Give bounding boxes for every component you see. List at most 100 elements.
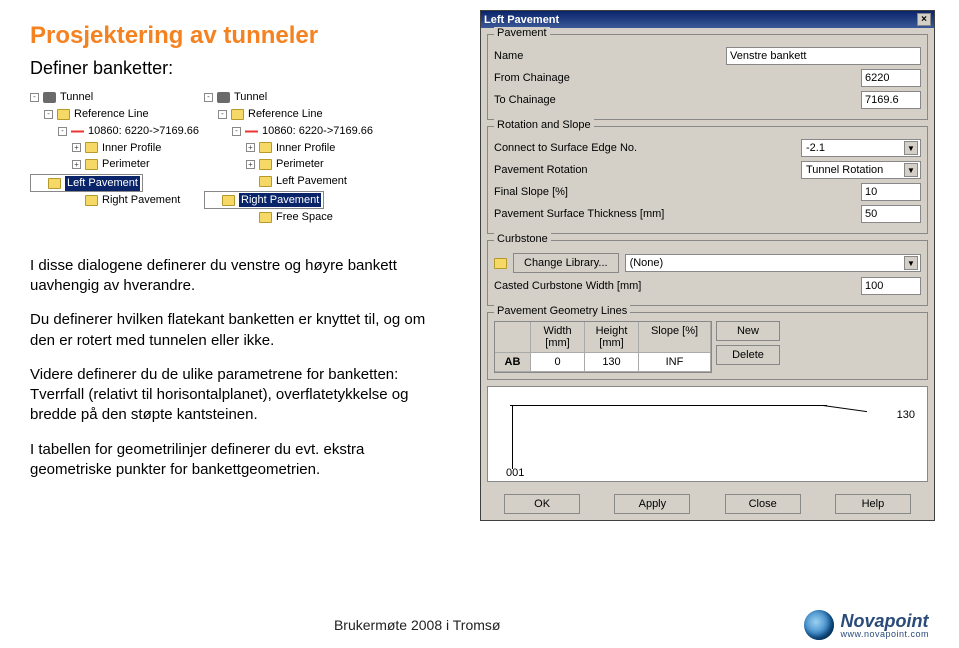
paragraph: I tabellen for geometrilinjer definerer … [30,440,450,481]
logo-subtext: www.novapoint.com [840,629,929,639]
library-select[interactable]: (None) ▼ [625,254,921,272]
footer: Brukermøte 2008 i Tromsø Novapoint www.n… [0,610,959,640]
tree-item[interactable]: +Perimeter [30,156,200,173]
folder-icon [259,176,272,187]
cell[interactable]: 0 [531,353,585,372]
delete-button[interactable]: Delete [716,345,780,365]
tree-item[interactable]: - Reference Line [204,106,374,123]
pavement-rotation-select[interactable]: Tunnel Rotation ▼ [801,161,921,179]
tree-expander-icon[interactable]: - [58,127,67,136]
tree-right: -Tunnel-Reference Line-10860: 6220->7169… [204,89,374,226]
dialog-title: Left Pavement [484,14,559,26]
label-final-slope: Final Slope [%] [494,186,861,198]
tree-item[interactable]: - 10860: 6220->7169.66 [30,123,200,140]
tree-item[interactable]: Right Pavement [30,192,200,209]
tree-expander-icon[interactable]: - [30,93,39,102]
curbstone-width-field[interactable] [861,277,921,295]
label-connect-edge: Connect to Surface Edge No. [494,142,801,154]
row-label: AB [495,353,531,372]
paragraph: Du definerer hvilken flatekant banketten… [30,310,450,351]
tree-expander-icon[interactable]: - [232,127,241,136]
tree-item[interactable]: - Tunnel [204,89,374,106]
road-icon [217,92,230,103]
chevron-down-icon: ▼ [904,163,918,177]
folder-icon [57,109,70,120]
tree-expander-icon[interactable]: + [72,143,81,152]
logo-icon [804,610,834,640]
ok-button[interactable]: OK [504,494,580,514]
tree-item-label: Reference Line [248,107,323,122]
tree-item[interactable]: Left Pavement [30,174,143,192]
folder-icon [259,142,272,153]
tree-item-label: Right Pavement [239,193,321,208]
tree-item[interactable]: Free Space [204,209,374,226]
logo: Novapoint www.novapoint.com [804,610,929,640]
tree-left: -Tunnel-Reference Line-10860: 6220->7169… [30,89,200,226]
close-button[interactable]: Close [725,494,801,514]
dialog-left-pavement: Left Pavement × Pavement Name From Chain… [480,10,935,521]
folder-icon [259,212,272,223]
label-from-chainage: From Chainage [494,72,861,84]
tree-item[interactable]: Left Pavement [204,173,374,190]
tree-expander-icon[interactable]: + [246,160,255,169]
tree-expander-icon[interactable]: - [204,93,213,102]
tree-item-label: Left Pavement [65,176,140,191]
tree-item[interactable]: + Inner Profile [204,140,374,157]
body-text: I disse dialogene definerer du venstre o… [30,256,450,480]
diagram-label: 130 [897,409,915,421]
from-chainage-field[interactable] [861,69,921,87]
group-rotation: Rotation and Slope Connect to Surface Ed… [487,126,928,234]
tree-item-label: Tunnel [234,90,267,105]
table-header [495,322,531,353]
road-icon [43,92,56,103]
tree-item-label: Left Pavement [276,174,347,189]
tree-item[interactable]: -10860: 6220->7169.66 [204,123,374,140]
tree-expander-icon[interactable]: + [72,160,81,169]
tree-item-label: 10860: 6220->7169.66 [88,124,199,139]
folder-icon [48,178,61,189]
folder-icon [259,159,272,170]
tree-item-label: Inner Profile [276,141,335,156]
chevron-down-icon: ▼ [904,141,918,155]
table-row[interactable]: AB 0 130 INF [495,353,711,372]
tree-item[interactable]: +Perimeter [204,156,374,173]
change-library-button[interactable]: Change Library... [513,253,619,273]
folder-icon [85,195,98,206]
to-chainage-field[interactable] [861,91,921,109]
tree-expander-icon[interactable]: - [218,110,227,119]
geometry-table[interactable]: Width [mm] Height [mm] Slope [%] AB 0 13… [494,321,712,373]
connect-edge-select[interactable]: -2.1 ▼ [801,139,921,157]
tree-item[interactable]: Right Pavement [204,191,324,209]
tree-item[interactable]: +Inner Profile [30,140,200,157]
help-button[interactable]: Help [835,494,911,514]
tree-expander-icon[interactable]: + [246,143,255,152]
select-value: Tunnel Rotation [806,164,883,176]
surface-thickness-field[interactable] [861,205,921,223]
cell[interactable]: 130 [585,353,639,372]
new-button[interactable]: New [716,321,780,341]
label-pavement-rotation: Pavement Rotation [494,164,801,176]
line-icon [245,126,258,137]
dialog-titlebar[interactable]: Left Pavement × [481,11,934,28]
name-field[interactable] [726,47,921,65]
tree-expander-icon[interactable]: - [44,110,53,119]
cell[interactable]: INF [639,353,711,372]
group-pavement: Pavement Name From Chainage To Chainage [487,34,928,120]
label-to-chainage: To Chainage [494,94,861,106]
group-title: Curbstone [494,233,551,245]
close-icon[interactable]: × [917,13,931,26]
label-name: Name [494,50,726,62]
tree-item[interactable]: -Tunnel [30,89,200,106]
final-slope-field[interactable] [861,183,921,201]
group-title: Pavement [494,27,550,39]
folder-icon [85,159,98,170]
tree-item[interactable]: -Reference Line [30,106,200,123]
folder-icon [85,142,98,153]
chevron-down-icon: ▼ [904,256,918,270]
table-header: Slope [%] [639,322,711,353]
group-title: Rotation and Slope [494,119,594,131]
folder-icon [494,258,507,269]
apply-button[interactable]: Apply [614,494,690,514]
group-geometry-lines: Pavement Geometry Lines Width [mm] Heigh… [487,312,928,380]
diagram-label: 001 [506,467,524,479]
